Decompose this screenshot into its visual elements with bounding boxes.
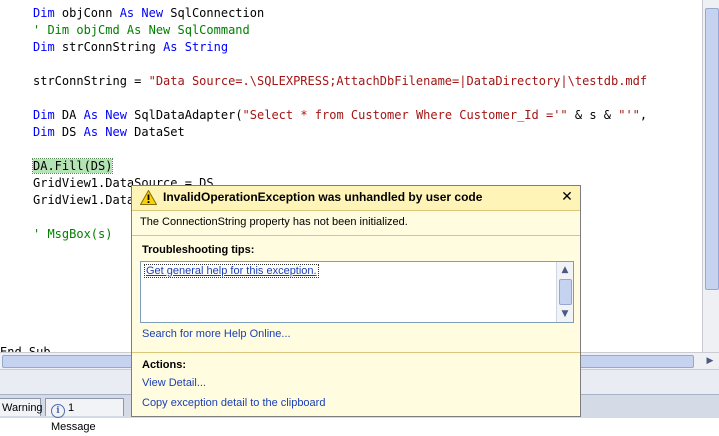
code-token: , [639, 108, 648, 122]
code-token: As New [83, 108, 135, 122]
exception-assistant-popup: InvalidOperationException was unhandled … [131, 185, 581, 417]
code-token: Dim [33, 108, 62, 122]
code-line[interactable]: Dim DA As New SqlDataAdapter("Select * f… [33, 107, 647, 124]
code-token: String [184, 40, 229, 54]
tab-messages[interactable]: i1 Message [45, 398, 124, 433]
code-line[interactable]: DA.Fill(DS) [31, 158, 114, 175]
info-icon: i [51, 404, 65, 418]
end-sub-line[interactable]: End Sub [0, 344, 51, 352]
code-line[interactable]: ' MsgBox(s) [33, 226, 112, 243]
code-token: SqlDataAdapter( [134, 108, 243, 122]
actions-heading: Actions: [142, 359, 186, 371]
tips-scroll-thumb[interactable] [559, 279, 572, 305]
code-token: "Data Source=.\SQLEXPRESS;AttachDbFilena… [148, 74, 648, 88]
exception-message: The ConnectionString property has not be… [140, 216, 408, 228]
popup-title-bar: InvalidOperationException was unhandled … [132, 186, 580, 211]
general-help-link[interactable]: Get general help for this exception. [144, 264, 319, 278]
tips-scrollbar[interactable]: ▲ ▼ [556, 262, 573, 322]
scroll-right-arrow-icon[interactable]: ▶ [703, 354, 717, 368]
code-token: ' Dim objCmd As New SqlCommand [33, 23, 250, 37]
tab-warnings-label: Warning [2, 402, 43, 414]
code-token: Dim [33, 125, 62, 139]
warning-triangle-icon [140, 190, 157, 205]
code-token: "'" [618, 108, 640, 122]
code-token: DA [61, 108, 84, 122]
code-token: strConnString = [33, 74, 149, 88]
code-token: SqlConnection [170, 6, 265, 20]
divider [132, 235, 580, 236]
code-token: & s & [567, 108, 619, 122]
code-line[interactable]: Dim objConn As New SqlConnection [33, 5, 264, 22]
close-icon[interactable]: ✕ [560, 189, 574, 205]
search-help-online-link[interactable]: Search for more Help Online... [142, 328, 291, 340]
code-token: As New [83, 125, 135, 139]
tab-warnings[interactable]: Warning [0, 398, 43, 416]
vertical-scroll-thumb[interactable] [705, 8, 719, 290]
code-line[interactable]: strConnString = "Data Source=.\SQLEXPRES… [33, 73, 647, 90]
popup-title: InvalidOperationException was unhandled … [163, 190, 483, 204]
code-token: As [163, 40, 185, 54]
divider [132, 352, 580, 353]
code-line[interactable]: ' Dim objCmd As New SqlCommand [33, 22, 250, 39]
code-line[interactable]: Dim DS As New DataSet [33, 124, 185, 141]
code-token: Dim [33, 6, 62, 20]
current-statement-highlight: DA.Fill(DS) [31, 158, 114, 174]
scroll-down-arrow-icon[interactable]: ▼ [558, 307, 572, 321]
code-token: As New [119, 6, 171, 20]
code-line[interactable]: Dim strConnString As String [33, 39, 228, 56]
copy-exception-detail-link[interactable]: Copy exception detail to the clipboard [142, 397, 325, 409]
code-token: Dim [33, 40, 62, 54]
code-token: objConn [61, 6, 120, 20]
view-detail-link[interactable]: View Detail... [142, 377, 206, 389]
code-token: strConnString [61, 40, 164, 54]
code-token: DataSet [134, 125, 185, 139]
troubleshooting-heading: Troubleshooting tips: [142, 244, 255, 256]
code-token: DS [61, 125, 84, 139]
editor-vertical-scrollbar[interactable] [702, 0, 719, 352]
scroll-up-arrow-icon[interactable]: ▲ [558, 263, 572, 277]
code-token: ' MsgBox(s) [33, 227, 113, 241]
troubleshooting-tips-list[interactable]: Get general help for this exception. ▲ ▼ [140, 261, 574, 323]
code-token: "Select * from Customer Where Customer_I… [242, 108, 568, 122]
